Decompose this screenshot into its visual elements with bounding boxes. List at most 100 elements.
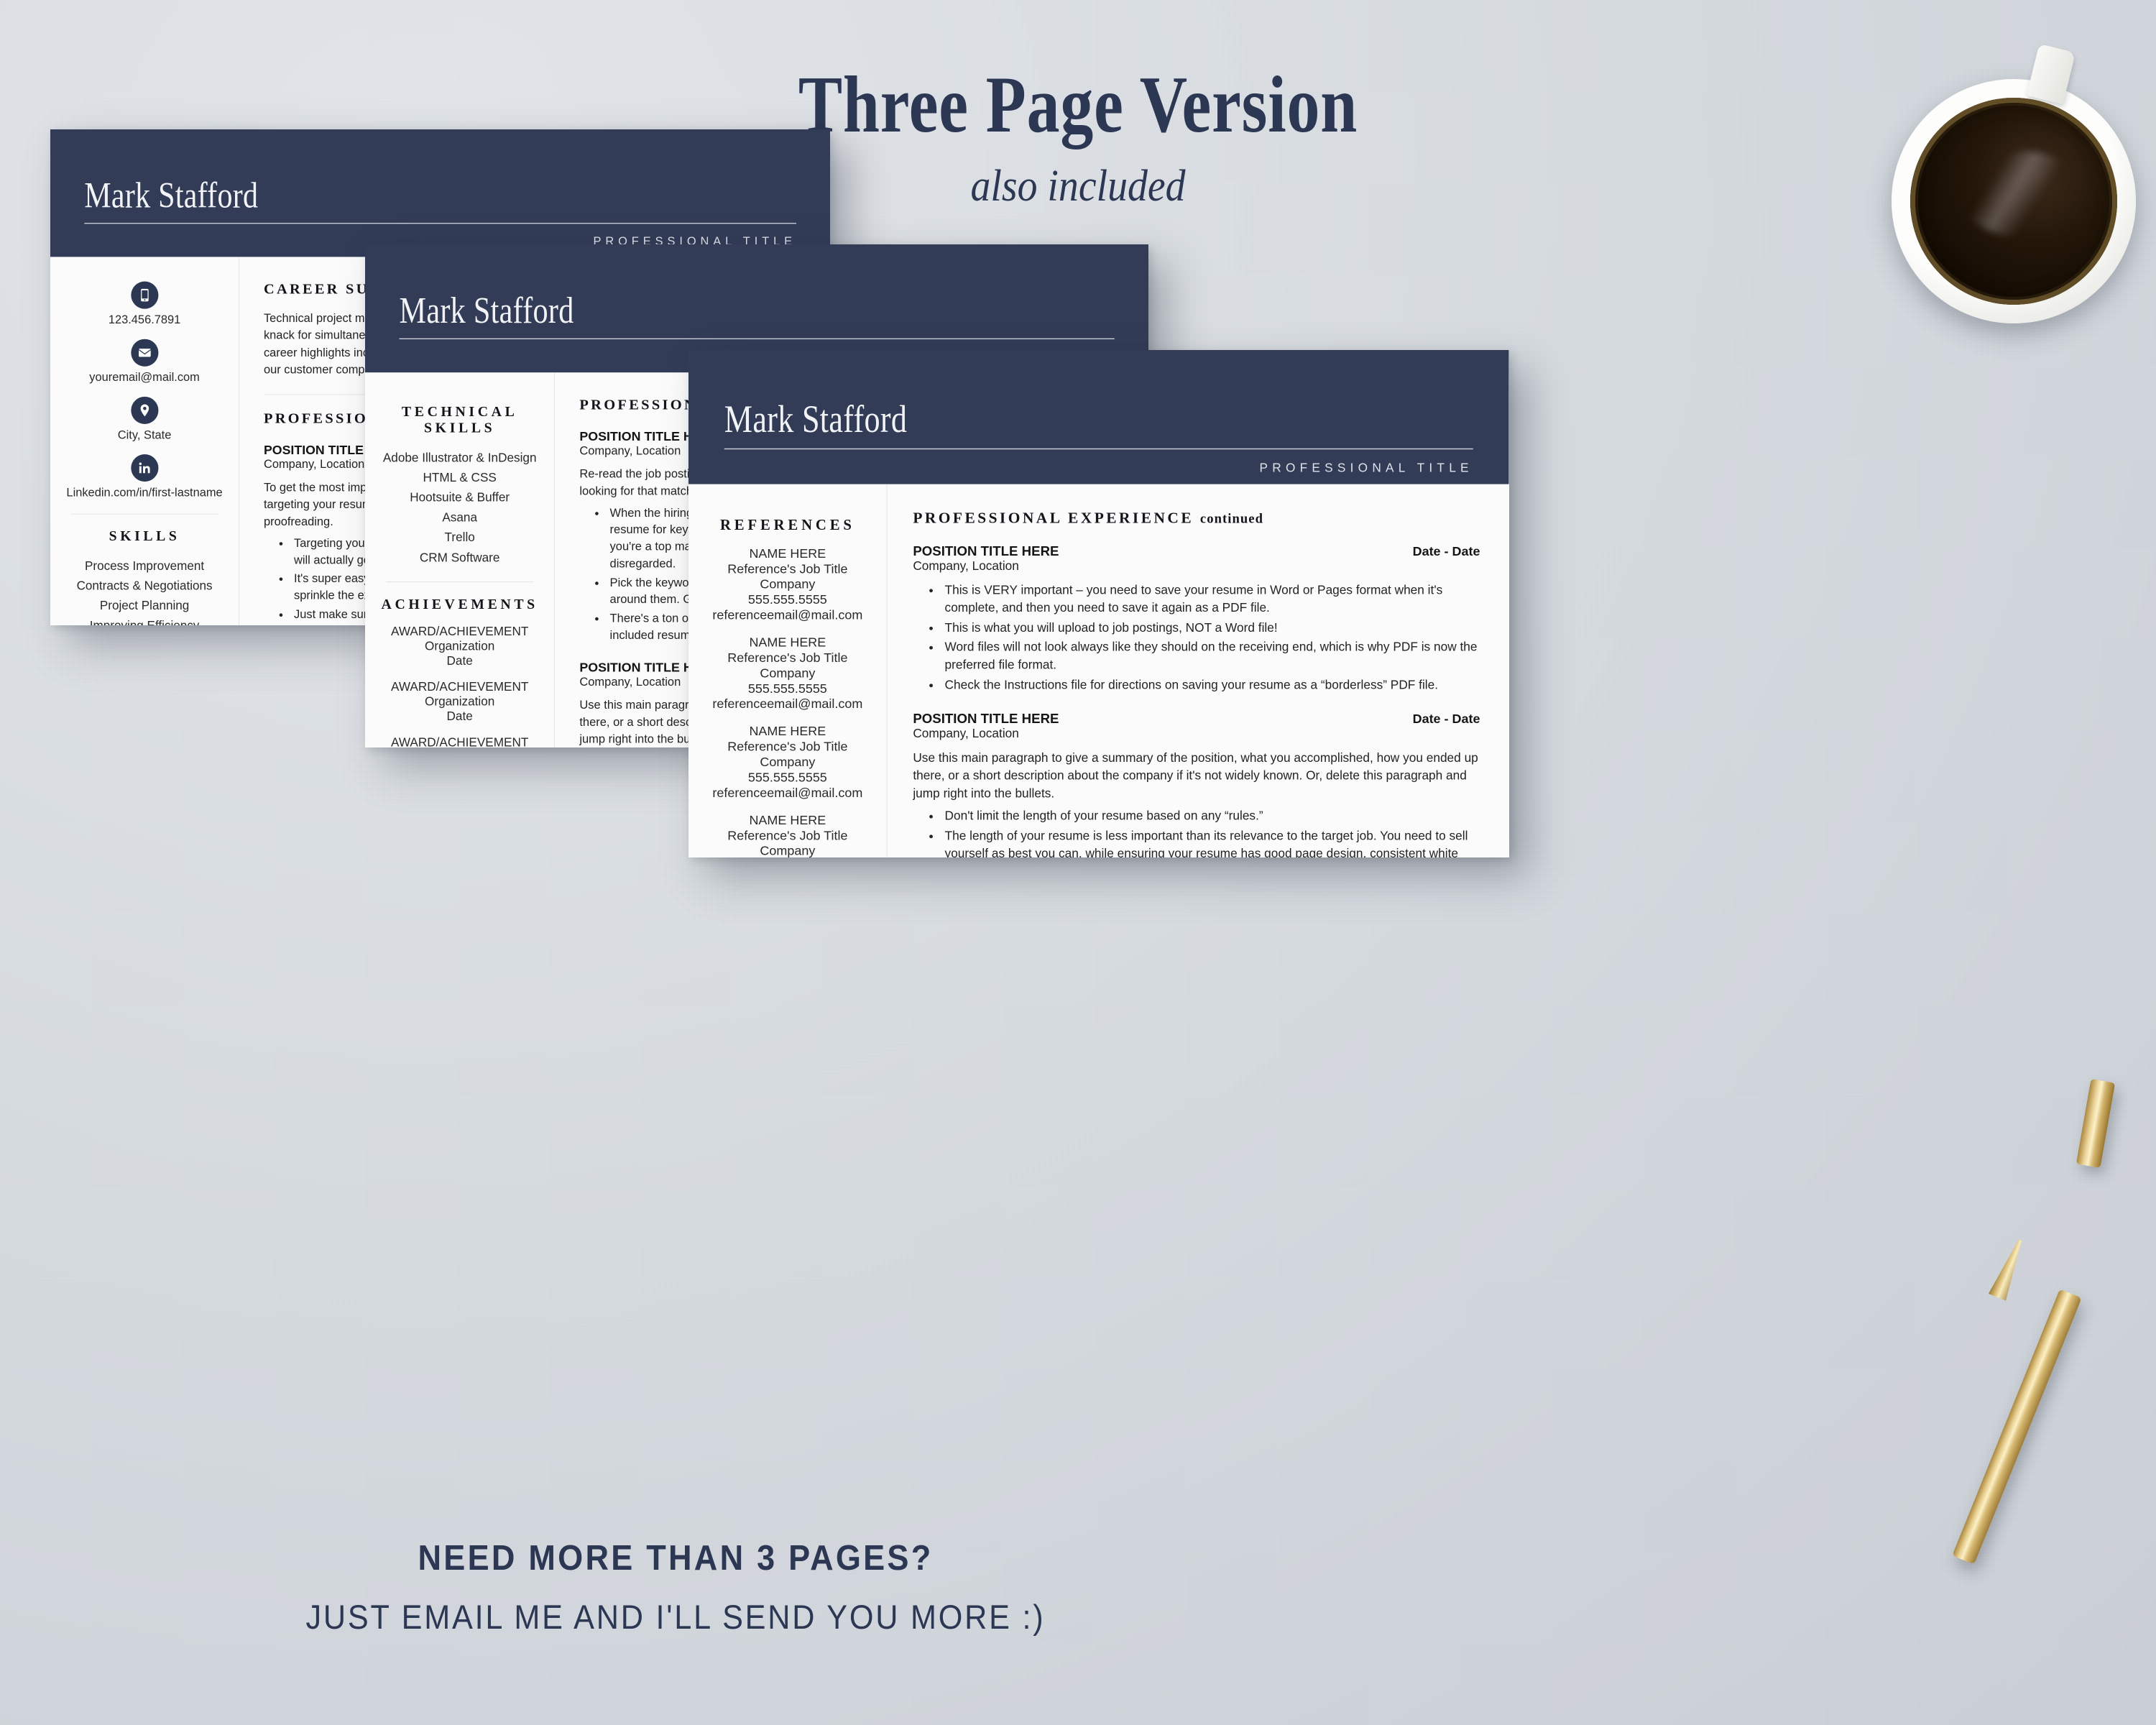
page1-sidebar: 123.456.7891 youremail@mail.com City, St… xyxy=(50,257,239,625)
list-item: Process Improvement xyxy=(85,558,205,573)
bullet: Don't limit the length of your resume ba… xyxy=(940,808,1480,826)
achievement-entry: AWARD/ACHIEVEMENT Organization Date xyxy=(381,624,538,668)
coffee-cup xyxy=(1892,43,2136,323)
experience-heading: PROFESSIONAL EXPERIENCE continued xyxy=(913,509,1480,527)
job-bullets: Don't limit the length of your resume ba… xyxy=(940,808,1480,857)
reference-entry: NAME HERE Reference's Job Title Company … xyxy=(705,724,870,801)
reference-phone: 555.555.5555 xyxy=(747,592,827,607)
reference-email: referenceemail@mail.com xyxy=(712,607,863,622)
contact-phone-text: 123.456.7891 xyxy=(108,313,181,326)
experience-continued-text: continued xyxy=(1199,510,1264,526)
resume-professional-title: PROFESSIONAL TITLE xyxy=(1259,461,1473,475)
job-company: Company, Location xyxy=(913,558,1019,574)
linkedin-icon xyxy=(131,454,159,482)
coffee-reflection xyxy=(1961,151,2083,237)
reference-phone: 555.555.5555 xyxy=(747,769,827,785)
pen-nib xyxy=(1989,1236,2029,1300)
job-entry: POSITION TITLE HERE Date - Date Company,… xyxy=(913,543,1480,694)
reference-company: Company xyxy=(760,754,816,770)
list-item: Improving Efficiency xyxy=(66,615,222,625)
achievement-name: AWARD/ACHIEVEMENT xyxy=(391,678,529,694)
reference-entry: NAME HERE Reference's Job Title Company … xyxy=(705,635,870,712)
list-item: Project Planning xyxy=(99,598,190,613)
reference-job-title: Reference's Job Title xyxy=(727,650,848,666)
reference-entry: NAME HERE Reference's Job Title Company … xyxy=(705,546,870,622)
bullet: This is what you will upload to job post… xyxy=(940,619,1480,637)
footer-block: NEED MORE THAN 3 PAGES? JUST EMAIL ME AN… xyxy=(0,1538,1351,1637)
technical-skills-list: Adobe Illustrator & InDesign HTML & CSS … xyxy=(381,447,538,567)
achievement-org: Organization xyxy=(425,638,495,653)
contact-location: City, State xyxy=(66,396,222,442)
reference-company: Company xyxy=(760,576,816,592)
reference-email: referenceemail@mail.com xyxy=(712,696,863,712)
header-rule xyxy=(724,448,1473,450)
technical-skills-heading: TECHNICAL SKILLS xyxy=(401,403,518,436)
list-item: HTML & CSS xyxy=(423,470,497,485)
list-item: CRM Software xyxy=(419,550,500,565)
pen-cap xyxy=(2076,1078,2116,1169)
email-icon xyxy=(131,339,159,367)
contact-email: youremail@mail.com xyxy=(66,339,222,385)
job-company: Company, Location xyxy=(913,726,1019,740)
contact-linkedin-text: Linkedin.com/in/first-lastname xyxy=(66,486,223,500)
list-item: Adobe Illustrator & InDesign xyxy=(382,450,537,465)
reference-job-title: Reference's Job Title xyxy=(727,739,848,754)
reference-job-title: Reference's Job Title xyxy=(727,561,848,576)
job-title: POSITION TITLE HERE xyxy=(913,543,1059,559)
reference-job-title: Reference's Job Title xyxy=(727,827,848,843)
reference-name: NAME HERE xyxy=(749,723,826,739)
phone-icon xyxy=(131,281,159,309)
sidebar-divider-1 xyxy=(70,513,218,515)
list-item: Contracts & Negotiations xyxy=(76,578,213,593)
reference-name: NAME HERE xyxy=(749,634,826,650)
cup-handle xyxy=(2026,43,2076,105)
contact-phone: 123.456.7891 xyxy=(66,281,222,327)
gold-pen xyxy=(1952,1289,2082,1565)
job-title: POSITION TITLE HERE xyxy=(913,711,1059,726)
bullet: The length of your resume is less import… xyxy=(940,827,1480,857)
contact-linkedin: Linkedin.com/in/first-lastname xyxy=(66,454,223,500)
bullet: This is VERY important – you need to sav… xyxy=(940,581,1480,617)
reference-name: NAME HERE xyxy=(749,812,826,828)
job-date: Date - Date xyxy=(1412,543,1480,559)
job-bullets: This is VERY important – you need to sav… xyxy=(940,581,1480,694)
reference-email: referenceemail@mail.com xyxy=(712,785,863,801)
reference-name: NAME HERE xyxy=(749,546,826,561)
experience-heading-text: PROFESSIONAL EXPERIENCE xyxy=(913,509,1194,527)
bullet: Check the Instructions file for directio… xyxy=(940,676,1480,694)
contact-email-text: youremail@mail.com xyxy=(89,370,200,385)
reference-company: Company xyxy=(760,843,816,857)
achievement-entry: AWARD/ACHIEVEMENT Organization Date xyxy=(381,735,538,748)
page2-sidebar: TECHNICAL SKILLS Adobe Illustrator & InD… xyxy=(365,372,555,748)
sidebar-divider-1 xyxy=(386,581,534,582)
list-item: Trello xyxy=(444,530,475,545)
achievements-heading: ACHIEVEMENTS xyxy=(381,596,538,612)
achievement-name: AWARD/ACHIEVEMENT xyxy=(391,623,529,638)
job-paragraph: Use this main paragraph to give a summar… xyxy=(913,750,1478,801)
achievement-date: Date xyxy=(446,653,473,668)
page3-sidebar: REFERENCES NAME HERE Reference's Job Tit… xyxy=(688,484,888,857)
resume-name: Mark Stafford xyxy=(724,397,908,441)
footer-line-1: NEED MORE THAN 3 PAGES? xyxy=(418,1539,934,1578)
page3-main: PROFESSIONAL EXPERIENCE continued POSITI… xyxy=(887,484,1508,857)
job-date: Date - Date xyxy=(1412,711,1480,726)
references-heading: REFERENCES xyxy=(719,517,855,533)
page1-header: Mark Stafford PROFESSIONAL TITLE xyxy=(50,129,830,257)
bullet: Word files will not look always like the… xyxy=(940,639,1480,674)
resume-page-3[interactable]: Mark Stafford PROFESSIONAL TITLE REFEREN… xyxy=(688,350,1509,857)
contact-location-text: City, State xyxy=(117,428,172,442)
footer-line-2: JUST EMAIL ME AND I'LL SEND YOU MORE :) xyxy=(305,1598,1046,1636)
header-rule xyxy=(84,223,797,224)
page3-header: Mark Stafford PROFESSIONAL TITLE xyxy=(688,350,1509,484)
skills-heading: SKILLS xyxy=(109,528,180,544)
list-item: Hootsuite & Buffer xyxy=(410,490,510,505)
achievement-name: AWARD/ACHIEVEMENT xyxy=(391,735,529,748)
resume-name: Mark Stafford xyxy=(84,174,259,216)
list-item: Asana xyxy=(442,510,477,525)
skills-list: Process Improvement Contracts & Negotiat… xyxy=(66,556,222,625)
job-entry: POSITION TITLE HERE Date - Date Company,… xyxy=(913,711,1480,857)
achievement-org: Organization xyxy=(425,694,495,709)
reference-phone: 555.555.5555 xyxy=(747,681,827,696)
achievement-entry: AWARD/ACHIEVEMENT Organization Date xyxy=(381,679,538,723)
location-pin-icon xyxy=(131,396,159,424)
